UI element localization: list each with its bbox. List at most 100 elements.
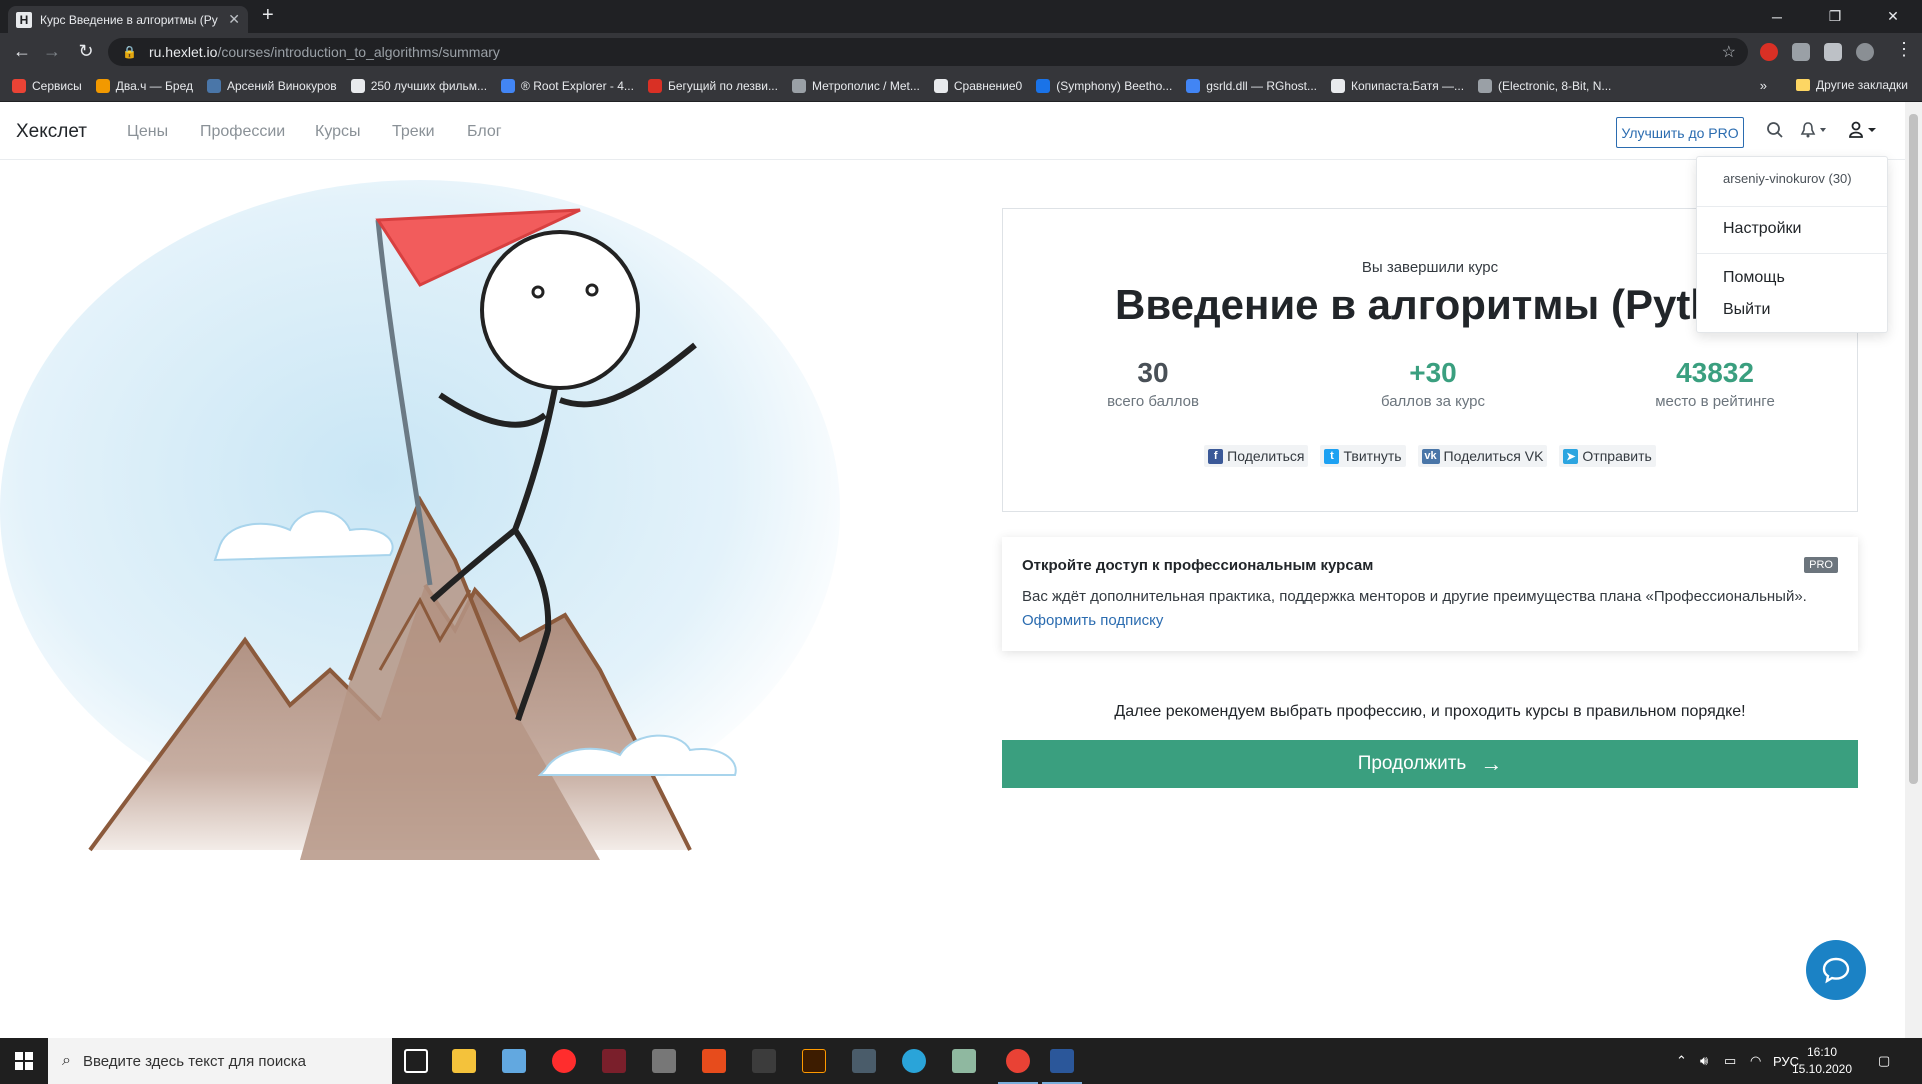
upgrade-pro-button[interactable]: Улучшить до PRO [1616,117,1744,148]
word-icon[interactable] [1050,1049,1074,1073]
game-app-icon[interactable] [602,1049,626,1073]
taskbar-search-box[interactable]: ⌕ Введите здесь текст для поиска [48,1038,392,1084]
chrome-icon[interactable] [1006,1049,1030,1073]
continue-label: Продолжить [1357,753,1467,774]
nav-link-tracks[interactable]: Треки [392,123,435,141]
tab-title: Курс Введение в алгоритмы (Py [40,12,218,27]
profile-avatar-icon[interactable] [1856,43,1874,61]
search-icon[interactable] [1766,121,1784,144]
bookmark-icon [350,79,365,93]
office-icon[interactable] [702,1049,726,1073]
clock-date: 15.10.2020 [1791,1062,1853,1076]
bookmark-icon [12,79,26,93]
bookmark-item[interactable]: Сравнение0 [933,79,1022,93]
dropdown-username[interactable]: arseniy-vinokurov (30) [1723,171,1852,186]
browser-tab-bar: Н Курс Введение в алгоритмы (Py ✕ + ─ ❐ … [0,0,1922,33]
page-scrollbar[interactable] [1905,102,1922,1038]
bookmark-item[interactable]: ® Root Explorer - 4... [501,79,634,93]
stat-label: место в рейтинге [1655,393,1775,410]
address-bar[interactable]: 🔒 ru.hexlet.io /courses/introduction_to_… [108,38,1748,66]
windows-start-icon[interactable] [0,1038,48,1084]
show-hidden-icons[interactable]: ⌃ [1676,1038,1687,1084]
forward-icon[interactable]: → [40,41,64,62]
continue-button[interactable]: Продолжить → [1002,740,1858,788]
bookmarks-overflow-button[interactable]: » [1760,78,1767,93]
notifications-icon[interactable]: ▢ [1878,1038,1890,1084]
recommendation-text: Далее рекомендуем выбрать профессию, и п… [1114,703,1746,720]
bookmark-icon [1331,79,1345,93]
inkscape-icon[interactable] [752,1049,776,1073]
extension-barcode-icon[interactable] [1792,43,1810,61]
illustrator-icon[interactable] [802,1049,826,1073]
dropdown-divider [1697,206,1887,207]
nav-link-prices[interactable]: Цены [127,123,168,141]
bookmark-item[interactable]: Два.ч — Бред [95,79,193,93]
file-explorer-icon[interactable] [452,1049,476,1073]
stat-value: 30 [1137,357,1169,388]
other-bookmarks-folder[interactable]: Другие закладки [1796,78,1908,92]
share-telegram-button[interactable]: ➤ Отправить [1559,445,1656,467]
new-tab-button[interactable]: + [262,4,274,27]
nav-link-courses[interactable]: Курсы [315,123,361,141]
battery-icon[interactable]: ▭ [1724,1038,1736,1084]
pro-card-title: Откройте доступ к профессиональным курса… [1022,557,1374,574]
telegram-icon: ➤ [1563,448,1579,464]
extensions-puzzle-icon[interactable] [1824,43,1842,61]
bookmark-item[interactable]: Копипаста:Батя —... [1331,79,1464,93]
edge-icon[interactable] [902,1049,926,1073]
notifications-bell-icon[interactable] [1800,121,1830,144]
bookmark-item[interactable]: gsrld.dll — RGhost... [1186,79,1317,93]
bookmark-icon [647,79,662,93]
volume-icon[interactable]: 🔊︎ [1700,1038,1708,1084]
restore-window-icon[interactable]: ❐ [1806,0,1864,33]
site-header: Хекслет Цены Профессии Курсы Треки Блог … [0,102,1905,160]
arrow-right-icon: → [1480,751,1503,776]
minimize-window-icon[interactable]: ─ [1748,0,1806,33]
yandex-browser-icon[interactable] [552,1049,576,1073]
hexlet-favicon-icon: Н [16,11,32,28]
wifi-icon[interactable]: ◠ [1750,1038,1761,1084]
dropdown-help[interactable]: Помощь [1723,269,1785,287]
bookmark-icon [1036,79,1051,93]
share-buttons: f Поделиться t Твитнуть vk Поделиться VK ➤ О… [1003,445,1857,467]
bookmark-item[interactable]: Сервисы [12,79,82,93]
taskbar-clock[interactable]: 16:10 15.10.2020 [1790,1044,1854,1078]
course-title: Введение в алгоритмы (Python) [1115,281,1782,328]
site-logo[interactable]: Хекслет [16,121,87,143]
bookmark-item[interactable]: Метрополис / Met... [791,79,920,93]
bookmark-icon [501,79,516,93]
bookmark-item[interactable]: (Electronic, 8-Bit, N... [1478,79,1611,93]
calculator-icon[interactable] [852,1049,876,1073]
bookmark-star-icon[interactable]: ☆ [1722,42,1736,62]
bookmark-item[interactable]: (Symphony) Beetho... [1036,79,1172,93]
close-window-icon[interactable]: ✕ [1864,0,1922,33]
chat-support-button[interactable] [1806,940,1866,1000]
folder-icon [1796,79,1811,91]
back-icon[interactable]: ← [10,41,34,62]
share-vk-button[interactable]: vk Поделиться VK [1417,445,1548,467]
app-icon[interactable] [502,1049,526,1073]
browser-tab[interactable]: Н Курс Введение в алгоритмы (Py ✕ [8,6,248,33]
pro-promo-card: Откройте доступ к профессиональным курса… [1002,537,1858,651]
app-icon[interactable] [652,1049,676,1073]
dropdown-logout[interactable]: Выйти [1723,301,1770,319]
extension-red-icon[interactable] [1760,43,1778,61]
browser-menu-icon[interactable]: ⋮ [1892,39,1916,60]
bookmark-icon [1478,79,1493,93]
bookmark-item[interactable]: Арсений Винокуров [206,79,337,93]
close-tab-icon[interactable]: ✕ [228,11,240,28]
subscribe-link[interactable]: Оформить подписку [1022,612,1163,629]
stat-value: 43832 [1676,357,1754,388]
dropdown-settings[interactable]: Настройки [1723,220,1801,238]
bookmark-item[interactable]: Бегущий по лезви... [647,79,778,93]
user-menu-icon[interactable] [1848,121,1880,144]
task-view-icon[interactable] [404,1049,428,1073]
share-twitter-button[interactable]: t Твитнуть [1320,445,1406,467]
bookmark-item[interactable]: 250 лучших фильм... [350,79,487,93]
scrollbar-thumb[interactable] [1909,114,1918,784]
nav-link-blog[interactable]: Блог [467,123,502,141]
nav-link-professions[interactable]: Профессии [200,123,285,141]
reload-icon[interactable]: ↻ [74,41,98,62]
app-icon[interactable] [952,1049,976,1073]
share-facebook-button[interactable]: f Поделиться [1204,445,1309,467]
